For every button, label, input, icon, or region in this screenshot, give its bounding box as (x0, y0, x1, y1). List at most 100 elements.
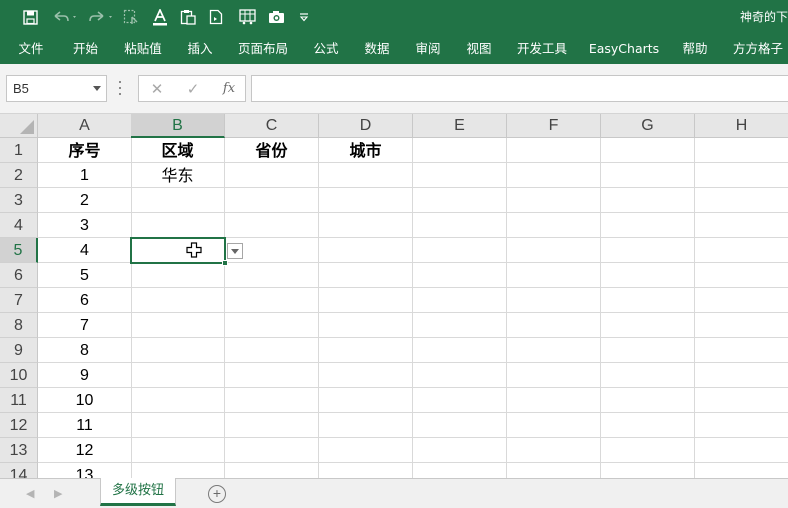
cell-d14[interactable] (319, 463, 413, 478)
scroll-right-icon[interactable]: ▶ (54, 479, 62, 508)
cell-a12[interactable]: 11 (38, 413, 132, 438)
cell-c12[interactable] (225, 413, 319, 438)
cell-b4[interactable] (131, 213, 225, 238)
row-header-9[interactable]: 9 (0, 338, 38, 363)
cell-h9[interactable] (695, 338, 788, 363)
cell-g14[interactable] (601, 463, 695, 478)
cell-f14[interactable] (507, 463, 601, 478)
row-header-13[interactable]: 13 (0, 438, 38, 463)
cell-e6[interactable] (413, 263, 507, 288)
column-header-b[interactable]: B (131, 114, 225, 138)
paste-icon[interactable] (178, 0, 198, 34)
cell-b11[interactable] (131, 388, 225, 413)
cell-a3[interactable]: 2 (38, 188, 132, 213)
cell-a10[interactable]: 9 (38, 363, 132, 388)
cell-g10[interactable] (601, 363, 695, 388)
cell-f12[interactable] (507, 413, 601, 438)
tab-easycharts[interactable]: EasyCharts (587, 34, 661, 64)
cell-f6[interactable] (507, 263, 601, 288)
cell-a2[interactable]: 1 (38, 163, 132, 188)
cell-c1[interactable]: 省份 (225, 138, 319, 163)
cell-d6[interactable] (319, 263, 413, 288)
formula-bar-splitter[interactable] (118, 81, 122, 95)
cell-g7[interactable] (601, 288, 695, 313)
column-header-g[interactable]: G (601, 114, 695, 138)
cell-g3[interactable] (601, 188, 695, 213)
cell-h5[interactable] (695, 238, 788, 263)
cell-e4[interactable] (413, 213, 507, 238)
cell-c11[interactable] (225, 388, 319, 413)
tab-developer[interactable]: 开发工具 (511, 34, 573, 64)
column-header-h[interactable]: H (695, 114, 788, 138)
cell-h13[interactable] (695, 438, 788, 463)
column-header-d[interactable]: D (319, 114, 413, 138)
cell-c13[interactable] (225, 438, 319, 463)
cell-a14[interactable]: 13 (38, 463, 132, 478)
cell-h8[interactable] (695, 313, 788, 338)
cell-b8[interactable] (131, 313, 225, 338)
cell-b13[interactable] (131, 438, 225, 463)
cell-d3[interactable] (319, 188, 413, 213)
save-icon[interactable] (20, 0, 40, 34)
cell-f3[interactable] (507, 188, 601, 213)
fill-handle[interactable] (222, 260, 228, 266)
row-header-10[interactable]: 10 (0, 363, 38, 388)
chevron-down-icon[interactable] (93, 86, 101, 91)
cell-a5[interactable]: 4 (38, 238, 132, 263)
cell-h12[interactable] (695, 413, 788, 438)
cell-e14[interactable] (413, 463, 507, 478)
tab-formulas[interactable]: 公式 (304, 34, 348, 64)
cell-g8[interactable] (601, 313, 695, 338)
row-header-8[interactable]: 8 (0, 313, 38, 338)
cell-c8[interactable] (225, 313, 319, 338)
cell-h1[interactable] (695, 138, 788, 163)
cell-f1[interactable] (507, 138, 601, 163)
cell-b3[interactable] (131, 188, 225, 213)
cell-c10[interactable] (225, 363, 319, 388)
cell-h14[interactable] (695, 463, 788, 478)
cell-f5[interactable] (507, 238, 601, 263)
cell-f4[interactable] (507, 213, 601, 238)
form-icon[interactable] (236, 0, 258, 34)
cell-h4[interactable] (695, 213, 788, 238)
tab-view[interactable]: 视图 (457, 34, 501, 64)
cell-c3[interactable] (225, 188, 319, 213)
cell-b10[interactable] (131, 363, 225, 388)
cell-g11[interactable] (601, 388, 695, 413)
cell-b14[interactable] (131, 463, 225, 478)
cell-d5[interactable] (319, 238, 413, 263)
cell-b1[interactable]: 区域 (131, 138, 225, 163)
cell-c14[interactable] (225, 463, 319, 478)
add-sheet-icon[interactable]: + (208, 485, 226, 503)
enter-icon[interactable]: ✓ (179, 76, 207, 101)
row-header-12[interactable]: 12 (0, 413, 38, 438)
cell-d10[interactable] (319, 363, 413, 388)
new-document-icon[interactable] (206, 0, 226, 34)
cell-e3[interactable] (413, 188, 507, 213)
cell-f10[interactable] (507, 363, 601, 388)
formula-input[interactable] (251, 75, 788, 102)
cell-a9[interactable]: 8 (38, 338, 132, 363)
tab-file[interactable]: 文件 (10, 34, 52, 64)
row-header-6[interactable]: 6 (0, 263, 38, 288)
select-all-button[interactable] (0, 114, 38, 138)
cell-h7[interactable] (695, 288, 788, 313)
cell-g12[interactable] (601, 413, 695, 438)
cell-a1[interactable]: 序号 (38, 138, 132, 163)
undo-icon[interactable] (50, 0, 80, 34)
row-header-4[interactable]: 4 (0, 213, 38, 238)
cell-d2[interactable] (319, 163, 413, 188)
cell-f8[interactable] (507, 313, 601, 338)
cell-b6[interactable] (131, 263, 225, 288)
insert-function-button[interactable]: fx (215, 76, 243, 101)
cell-e7[interactable] (413, 288, 507, 313)
row-header-1[interactable]: 1 (0, 138, 38, 163)
tab-data[interactable]: 数据 (355, 34, 399, 64)
row-header-2[interactable]: 2 (0, 163, 38, 188)
cell-b7[interactable] (131, 288, 225, 313)
tab-paste-values[interactable]: 粘贴值 (118, 34, 168, 64)
cell-a7[interactable]: 6 (38, 288, 132, 313)
scroll-left-icon[interactable]: ◀ (26, 479, 34, 508)
cell-h11[interactable] (695, 388, 788, 413)
cell-e12[interactable] (413, 413, 507, 438)
